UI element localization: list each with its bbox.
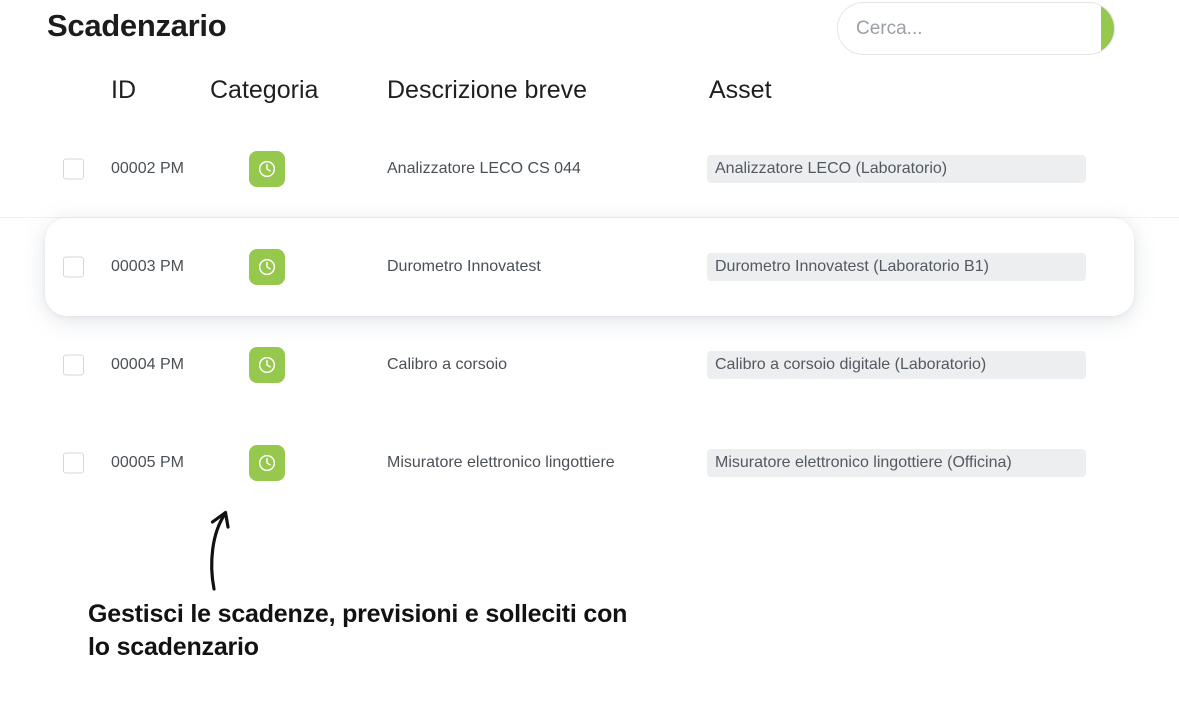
clock-icon bbox=[256, 256, 278, 278]
row-description-cell: Analizzatore LECO CS 044 bbox=[387, 160, 581, 178]
row-asset-cell: Durometro Innovatest (Laboratorio B1) bbox=[707, 253, 1086, 281]
row-asset-field[interactable]: Analizzatore LECO (Laboratorio) bbox=[707, 155, 1086, 183]
page-header: Scadenzario bbox=[0, 0, 1179, 60]
column-header-asset: Asset bbox=[709, 76, 772, 104]
row-description: Analizzatore LECO CS 044 bbox=[387, 160, 581, 177]
row-description: Calibro a corsoio bbox=[387, 356, 508, 373]
row-description: Durometro Innovatest bbox=[387, 258, 541, 275]
table-row-content: 00002 PM Analizzatore LECO CS 044 Analiz… bbox=[0, 120, 1179, 218]
search-bar bbox=[837, 2, 1115, 55]
row-checkbox-cell bbox=[63, 452, 84, 474]
scadenzario-table: ID Categoria Descrizione breve Asset 000… bbox=[0, 60, 1179, 512]
row-id: 00002 PM bbox=[111, 160, 184, 177]
clock-icon bbox=[256, 452, 278, 474]
clock-icon bbox=[256, 354, 278, 376]
category-badge[interactable] bbox=[249, 347, 285, 383]
row-category-cell bbox=[249, 347, 285, 383]
row-checkbox[interactable] bbox=[63, 452, 84, 474]
search-button[interactable] bbox=[1101, 3, 1114, 54]
row-asset-field[interactable]: Misuratore elettronico lingottiere (Offi… bbox=[707, 449, 1086, 477]
row-checkbox[interactable] bbox=[63, 256, 84, 278]
row-description-cell: Misuratore elettronico lingottiere bbox=[387, 454, 615, 472]
scadenzario-page: Scadenzario ID Categoria Descrizione bre… bbox=[0, 0, 1179, 716]
row-category-cell bbox=[249, 249, 285, 285]
row-id-cell: 00002 PM bbox=[111, 160, 184, 178]
category-badge[interactable] bbox=[249, 445, 285, 481]
curved-up-arrow-icon bbox=[198, 505, 244, 591]
row-category-cell bbox=[249, 445, 285, 481]
clock-icon bbox=[256, 158, 278, 180]
row-id: 00005 PM bbox=[111, 454, 184, 471]
row-id: 00004 PM bbox=[111, 356, 184, 373]
row-category-cell bbox=[249, 151, 285, 187]
search-input[interactable] bbox=[838, 3, 1101, 54]
table-row[interactable]: 00004 PM Calibro a corsoio Calibro a cor… bbox=[0, 316, 1179, 414]
table-row-content: 00004 PM Calibro a corsoio Calibro a cor… bbox=[0, 316, 1179, 414]
page-title: Scadenzario bbox=[47, 8, 227, 43]
row-checkbox[interactable] bbox=[63, 354, 84, 376]
row-asset-field[interactable]: Calibro a corsoio digitale (Laboratorio) bbox=[707, 351, 1086, 379]
table-row-content: 00003 PM Durometro Innovatest Durometro … bbox=[45, 218, 1134, 316]
row-id-cell: 00004 PM bbox=[111, 356, 184, 374]
row-asset-cell: Misuratore elettronico lingottiere (Offi… bbox=[707, 449, 1086, 477]
row-id-cell: 00003 PM bbox=[111, 258, 184, 276]
row-checkbox[interactable] bbox=[63, 158, 84, 180]
table-row-content: 00005 PM Misuratore elettronico lingotti… bbox=[0, 414, 1179, 512]
category-badge[interactable] bbox=[249, 249, 285, 285]
row-description-cell: Durometro Innovatest bbox=[387, 258, 541, 276]
table-row[interactable]: 00005 PM Misuratore elettronico lingotti… bbox=[0, 414, 1179, 512]
table-row[interactable]: 00003 PM Durometro Innovatest Durometro … bbox=[0, 218, 1179, 316]
column-header-categoria: Categoria bbox=[210, 76, 319, 104]
category-badge[interactable] bbox=[249, 151, 285, 187]
row-description: Misuratore elettronico lingottiere bbox=[387, 454, 615, 471]
table-body: 00002 PM Analizzatore LECO CS 044 Analiz… bbox=[0, 120, 1179, 512]
row-checkbox-cell bbox=[63, 354, 84, 376]
row-checkbox-cell bbox=[63, 256, 84, 278]
table-header-row: ID Categoria Descrizione breve Asset bbox=[0, 60, 1179, 120]
row-checkbox-cell bbox=[63, 158, 84, 180]
row-id-cell: 00005 PM bbox=[111, 454, 184, 472]
table-row[interactable]: 00002 PM Analizzatore LECO CS 044 Analiz… bbox=[0, 120, 1179, 218]
row-asset-cell: Calibro a corsoio digitale (Laboratorio) bbox=[707, 351, 1086, 379]
row-asset-cell: Analizzatore LECO (Laboratorio) bbox=[707, 155, 1086, 183]
row-asset-field[interactable]: Durometro Innovatest (Laboratorio B1) bbox=[707, 253, 1086, 281]
column-header-descrizione: Descrizione breve bbox=[387, 76, 588, 104]
row-description-cell: Calibro a corsoio bbox=[387, 356, 507, 374]
column-header-id: ID bbox=[111, 76, 136, 104]
annotation-caption: Gestisci le scadenze, previsioni e solle… bbox=[88, 600, 628, 661]
row-id: 00003 PM bbox=[111, 258, 184, 275]
